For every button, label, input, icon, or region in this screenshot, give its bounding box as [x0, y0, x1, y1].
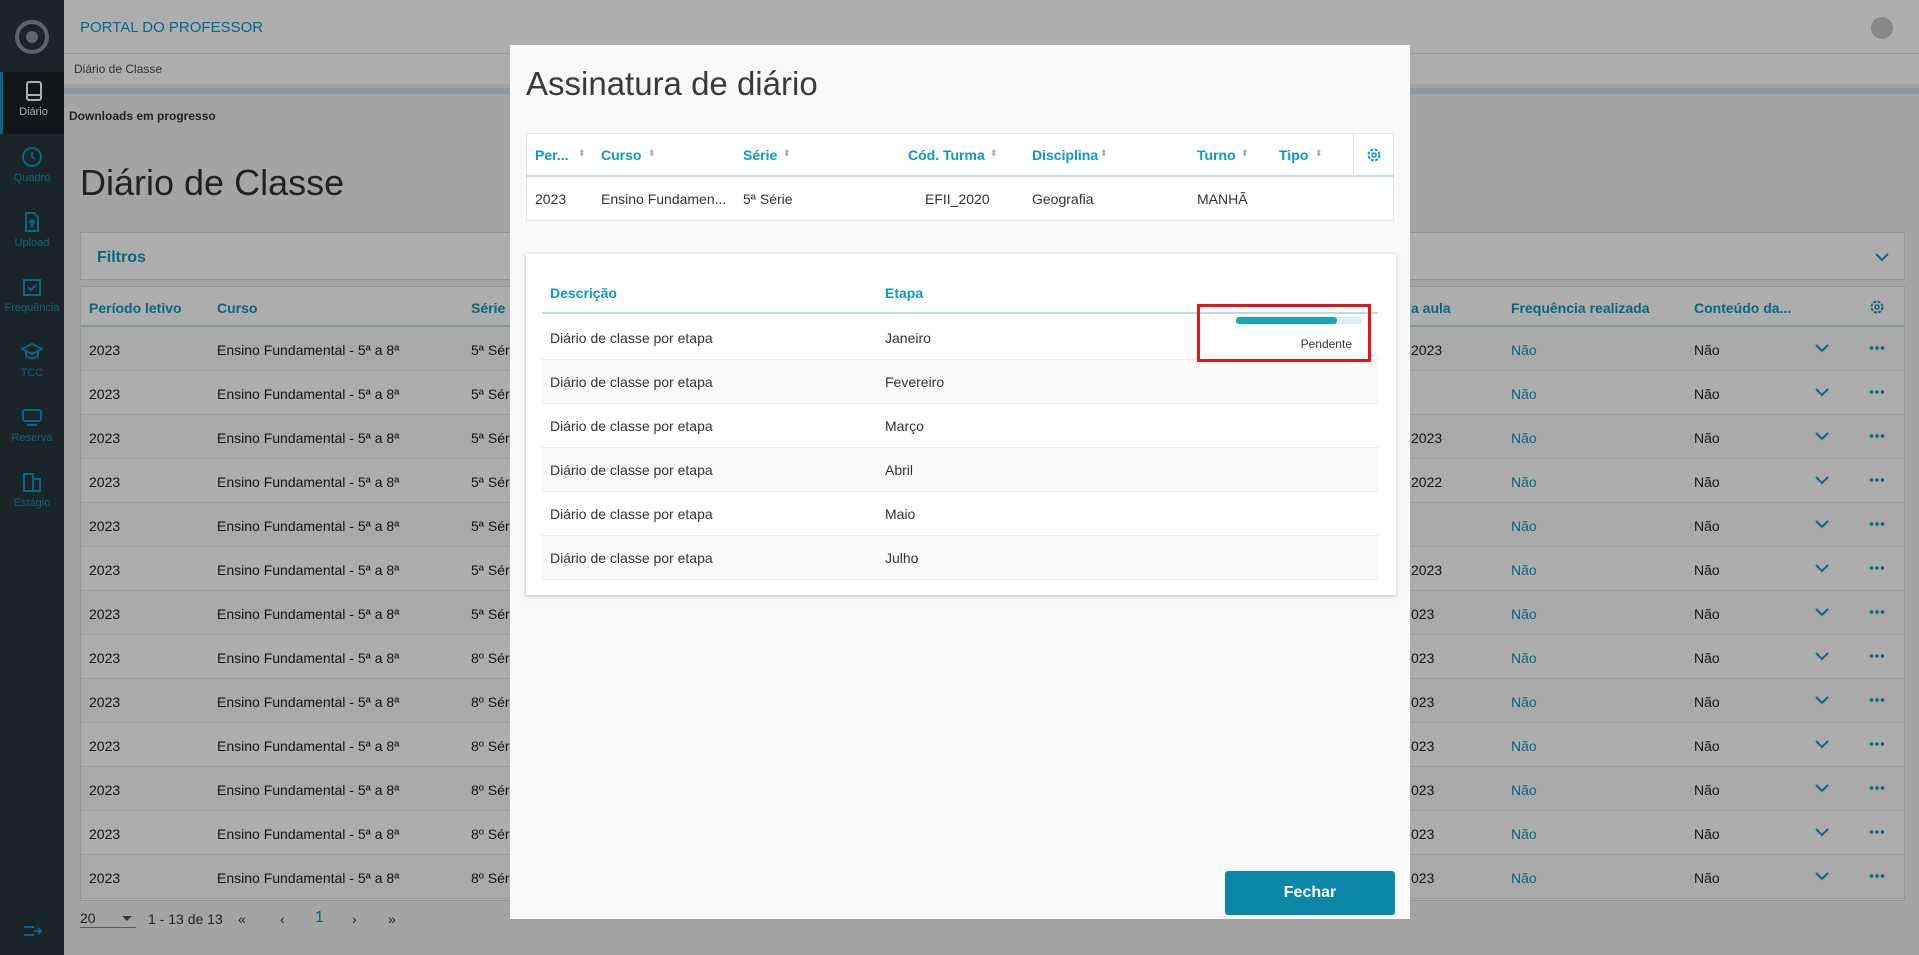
cell-etapa: Março [885, 418, 924, 434]
detail-row[interactable]: Diário de classe por etapa Maio [542, 492, 1378, 536]
cell-periodo: 2023 [535, 191, 567, 207]
table-row[interactable]: 2023 Ensino Fundamen... 5ª Série EFII_20… [527, 177, 1393, 220]
close-button[interactable]: Fechar [1225, 871, 1395, 915]
sort-icon[interactable]: ⬍ [1315, 148, 1323, 159]
column-header-serie[interactable]: Série [743, 147, 777, 163]
cell-descricao: Diário de classe por etapa [550, 462, 713, 478]
cell-descricao: Diário de classe por etapa [550, 374, 713, 390]
table-header: Per... ⬍ Curso ⬍ Série ⬍ Cód. Turma ⬍ Di… [527, 134, 1393, 177]
column-header-disciplina[interactable]: Disciplina [1032, 147, 1098, 163]
gear-icon [1367, 148, 1381, 162]
signature-modal: Assinatura de diário Per... ⬍ Curso ⬍ Sé… [510, 45, 1410, 919]
column-header-periodo[interactable]: Per... [535, 147, 568, 163]
cell-etapa: Maio [885, 506, 916, 522]
status-progress-fill [1236, 317, 1337, 324]
sort-icon[interactable]: ⬍ [1241, 148, 1249, 159]
cell-descricao: Diário de classe por etapa [550, 418, 713, 434]
column-header-cod-turma[interactable]: Cód. Turma [908, 147, 985, 163]
cell-disciplina: Geografia [1032, 191, 1094, 207]
cell-etapa: Fevereiro [885, 374, 945, 390]
sort-icon[interactable]: ⬍ [648, 148, 656, 159]
class-table: Per... ⬍ Curso ⬍ Série ⬍ Cód. Turma ⬍ Di… [526, 133, 1394, 221]
status-progress-bar [1236, 317, 1362, 324]
column-header-tipo[interactable]: Tipo [1279, 147, 1308, 163]
status-label: Pendente [1300, 337, 1352, 351]
sort-icon[interactable]: ⬍ [783, 148, 791, 159]
sort-icon[interactable]: ⬍ [1100, 148, 1108, 159]
column-header-etapa[interactable]: Etapa [885, 285, 923, 301]
cell-cod-turma: EFII_2020 [925, 191, 990, 207]
detail-row[interactable]: Diário de classe por etapa Julho [542, 536, 1378, 580]
cell-etapa: Abril [885, 462, 914, 478]
cell-turno: MANHÃ [1197, 191, 1248, 207]
cell-descricao: Diário de classe por etapa [550, 550, 713, 566]
detail-row[interactable]: Diário de classe por etapa Março [542, 404, 1378, 448]
cell-descricao: Diário de classe por etapa [550, 330, 713, 346]
table-settings-button[interactable] [1353, 134, 1393, 177]
cell-serie: 5ª Série [743, 191, 793, 207]
cell-curso: Ensino Fundamen... [601, 191, 727, 207]
cell-etapa: Julho [885, 550, 919, 566]
status-highlight: Pendente [1197, 304, 1371, 362]
detail-panel: Descrição Etapa Diário de classe por eta… [526, 254, 1396, 595]
modal-title: Assinatura de diário [526, 65, 818, 102]
cell-descricao: Diário de classe por etapa [550, 506, 713, 522]
column-header-descricao[interactable]: Descrição [550, 285, 617, 301]
column-header-turno[interactable]: Turno [1197, 147, 1236, 163]
detail-row[interactable]: Diário de classe por etapa Abril [542, 448, 1378, 492]
detail-row[interactable]: Diário de classe por etapa Fevereiro [542, 360, 1378, 404]
cell-etapa: Janeiro [885, 330, 931, 346]
column-header-curso[interactable]: Curso [601, 147, 641, 163]
sort-icon[interactable]: ⬍ [578, 148, 586, 159]
sort-icon[interactable]: ⬍ [990, 148, 998, 159]
